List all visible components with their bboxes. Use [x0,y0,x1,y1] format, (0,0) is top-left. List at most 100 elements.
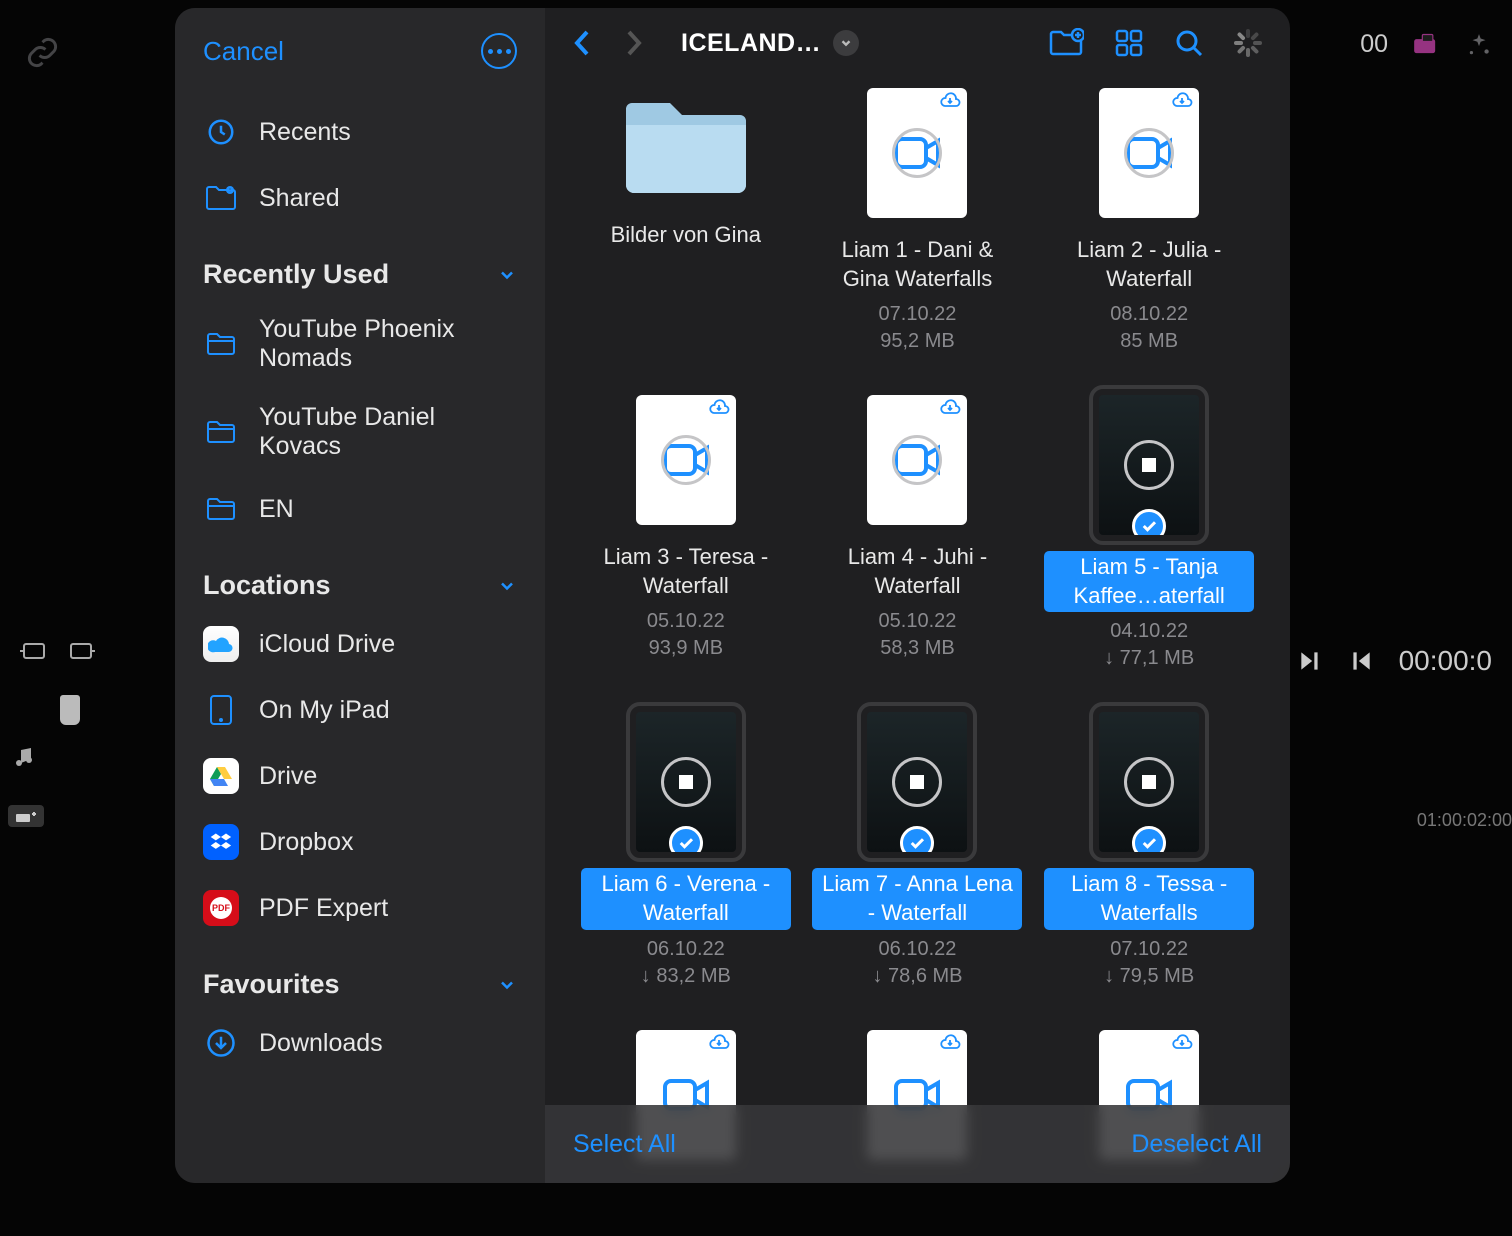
folder-icon [203,491,239,527]
selected-check-icon [1132,826,1166,852]
new-folder-button[interactable] [1048,28,1084,58]
file-item[interactable]: Liam 4 - Juhi - Waterfall 05.10.2258,3 MB [812,395,1022,672]
clip-left-icon[interactable] [20,640,50,662]
sidebar-item-folder[interactable]: EN [203,476,517,542]
selection-bar: Select All Deselect All [545,1105,1290,1183]
file-browser-main: ICELAND… Bilder von Gina Liam 1 - Dani & … [545,8,1290,1183]
sidebar-item-icloud[interactable]: iCloud Drive [203,611,517,677]
file-item[interactable]: Liam 3 - Teresa - Waterfall 05.10.2293,9 … [581,395,791,672]
chevron-down-icon [497,975,517,995]
file-name: Liam 3 - Teresa - Waterfall [581,541,791,602]
cloud-icon [1171,92,1193,108]
download-circle-icon [203,1025,239,1061]
file-meta: 07.10.2295,2 MB [879,301,957,355]
toolbar: ICELAND… [545,8,1290,78]
back-button[interactable] [573,28,593,58]
sidebar-item-label: On My iPad [259,696,390,725]
sidebar-item-gdrive[interactable]: Drive [203,743,517,809]
file-name: Bilder von Gina [605,219,767,252]
file-picker-modal: Cancel Recents Shared Recently Used [175,8,1290,1183]
prev-icon[interactable] [1348,648,1374,674]
file-item[interactable]: Liam 2 - Julia - Waterfall08.10.2285 MB [1044,88,1254,355]
video-thumbnail[interactable] [867,88,967,218]
sidebar-section-locations: Locations iCloud Drive On My iPad Drive … [203,560,517,941]
section-header-favourites[interactable]: Favourites [203,959,517,1010]
sidebar-item-downloads[interactable]: Downloads [203,1010,517,1076]
more-options-button[interactable] [481,33,517,69]
section-title: Recently Used [203,259,389,290]
image-thumbnail[interactable] [1099,395,1199,535]
file-item[interactable]: Liam 7 - Anna Lena - Waterfall 06.10.22↓ … [812,712,1022,989]
sidebar-item-folder[interactable]: YouTube Phoenix Nomads [203,300,517,388]
download-progress-icon[interactable] [661,757,711,807]
sidebar-item-label: Shared [259,184,340,213]
file-item[interactable]: Liam 6 - Verena - Waterfall06.10.22↓ 83,… [581,712,791,989]
image-thumbnail[interactable] [636,712,736,852]
file-item[interactable]: Liam 1 - Dani & Gina Waterfalls 07.10.229… [812,88,1022,355]
sidebar-item-shared[interactable]: Shared [203,165,517,231]
folder-thumbnail[interactable] [616,88,756,203]
video-thumbnail[interactable] [1099,88,1199,218]
video-thumbnail[interactable] [867,395,967,525]
file-item[interactable]: Bilder von Gina [581,88,791,355]
sidebar-item-label: YouTube Phoenix Nomads [259,315,517,373]
camera-icon[interactable] [1413,33,1441,57]
select-all-button[interactable]: Select All [573,1130,676,1159]
download-progress-icon[interactable] [892,757,942,807]
sidebar-item-label: Dropbox [259,828,354,857]
sidebar-section-favourites: Favourites Downloads [203,959,517,1076]
cloud-icon [1171,1034,1193,1050]
image-thumbnail[interactable] [1099,712,1199,852]
sparkle-icon[interactable] [1466,32,1492,58]
deselect-all-button[interactable]: Deselect All [1131,1130,1262,1159]
file-meta: 05.10.2258,3 MB [879,608,957,662]
selected-check-icon [900,826,934,852]
file-item[interactable]: Liam 5 - Tanja Kaffee…aterfall04.10.22↓ … [1044,395,1254,672]
ipad-icon [203,692,239,728]
transport-controls: 00:00:0 [1297,645,1492,677]
file-name: Liam 1 - Dani & Gina Waterfalls [812,234,1022,295]
file-meta: 08.10.2285 MB [1110,301,1188,355]
file-name: Liam 4 - Juhi - Waterfall [812,541,1022,602]
file-meta: 04.10.22↓ 77,1 MB [1104,618,1194,672]
cancel-button[interactable]: Cancel [203,36,284,67]
sidebar-item-pdfexpert[interactable]: PDF PDF Expert [203,875,517,941]
sidebar-item-dropbox[interactable]: Dropbox [203,809,517,875]
music-icon[interactable] [12,745,36,769]
download-progress-icon[interactable] [1124,440,1174,490]
selected-check-icon [669,826,703,852]
add-track-icon[interactable] [8,805,44,827]
image-thumbnail[interactable] [867,712,967,852]
track-controls [0,640,120,702]
section-header-locations[interactable]: Locations [203,560,517,611]
download-progress-icon[interactable] [1124,128,1174,178]
file-meta: 05.10.2293,9 MB [647,608,725,662]
loading-spinner-icon [1234,29,1262,57]
file-name: Liam 7 - Anna Lena - Waterfall [812,868,1022,929]
sidebar-item-folder[interactable]: YouTube Daniel Kovacs [203,388,517,476]
cloud-icon [939,92,961,108]
file-grid[interactable]: Bilder von Gina Liam 1 - Dani & Gina Wate… [545,78,1290,1183]
video-thumbnail[interactable] [636,395,736,525]
file-item[interactable]: Liam 8 - Tessa - Waterfalls07.10.22↓ 79,… [1044,712,1254,989]
folder-title-button[interactable]: ICELAND… [681,29,859,58]
folder-title: ICELAND… [681,29,821,58]
file-meta: 06.10.22↓ 78,6 MB [872,936,962,990]
sidebar-item-label: Downloads [259,1029,383,1058]
forward-button [623,28,643,58]
dropbox-icon [203,824,239,860]
timecode-right: 00:00:0 [1399,645,1492,677]
download-progress-icon[interactable] [661,435,711,485]
view-mode-button[interactable] [1114,28,1144,58]
sidebar-item-recents[interactable]: Recents [203,99,517,165]
file-meta: 07.10.22↓ 79,5 MB [1104,936,1194,990]
download-progress-icon[interactable] [1124,757,1174,807]
folder-icon [203,326,239,362]
section-header-recently-used[interactable]: Recently Used [203,249,517,300]
zoom-slider-handle[interactable] [60,695,80,725]
search-button[interactable] [1174,28,1204,58]
next-icon[interactable] [1297,648,1323,674]
sidebar-item-ipad[interactable]: On My iPad [203,677,517,743]
sidebar: Cancel Recents Shared Recently Used [175,8,545,1183]
clip-right-icon[interactable] [65,640,95,662]
